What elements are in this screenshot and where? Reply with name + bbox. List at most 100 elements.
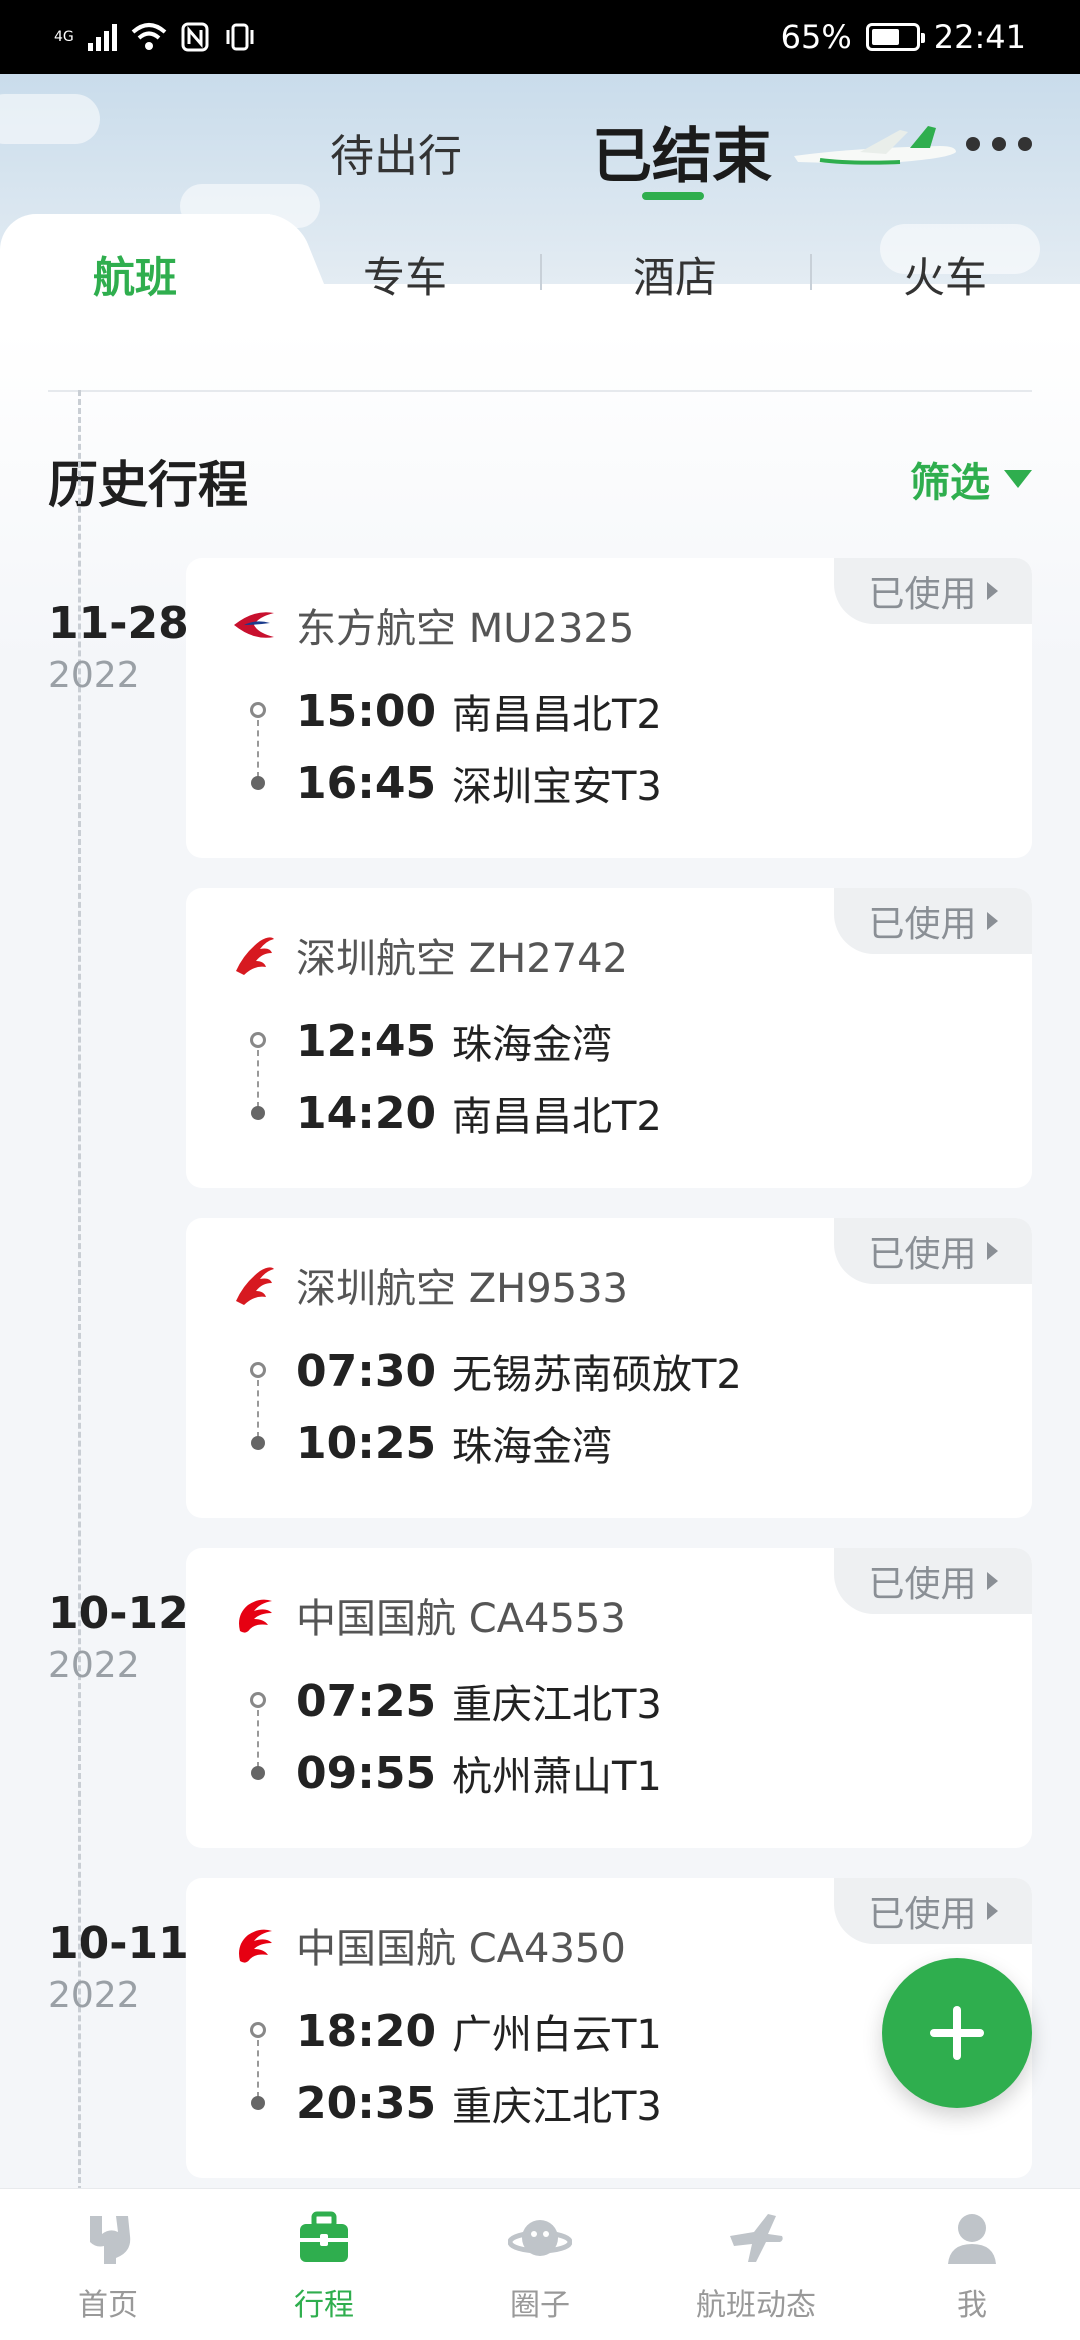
signal-icon — [87, 23, 117, 51]
departure-dot-icon — [250, 1362, 266, 1378]
arrival-row: 16:45 深圳宝安T3 — [296, 754, 662, 812]
battery-icon — [865, 23, 925, 51]
active-tab-indicator — [642, 192, 704, 200]
departure-dot-icon — [250, 702, 266, 718]
arrival-dot-icon — [251, 1436, 265, 1450]
plane-icon — [730, 2213, 783, 2262]
tab-ended[interactable]: 已结束 — [592, 108, 772, 195]
segment-link — [257, 2040, 259, 2098]
wifi-icon — [131, 23, 167, 50]
plane-decoration-icon — [794, 126, 956, 165]
add-trip-button[interactable] — [882, 1958, 1032, 2108]
nav-me[interactable]: 我 — [864, 2189, 1080, 2340]
arrival-row: 09:55 杭州萧山T1 — [296, 1744, 662, 1802]
status-label: 已使用 — [868, 574, 977, 615]
arrival-time: 16:45 — [296, 757, 437, 809]
departure-airport: 南昌昌北T2 — [452, 692, 662, 738]
trip-card[interactable]: 已使用 深圳航空 ZH2742 12:45 珠海金湾 14:20 南昌昌北T2 — [186, 888, 1032, 1188]
tab-pending[interactable]: 待出行 — [330, 120, 462, 184]
trip-card[interactable]: 已使用 东方航空 MU2325 15:00 南昌昌北T2 16:45 深圳宝安T… — [186, 558, 1032, 858]
tab-hotel[interactable]: 酒店 — [540, 214, 810, 334]
caret-down-icon — [1004, 470, 1032, 488]
segment-link — [257, 1050, 259, 1108]
trip-card[interactable]: 已使用 中国国航 CA4553 07:25 重庆江北T3 09:55 杭州萧山T… — [186, 1548, 1032, 1848]
departure-row: 18:20 广州白云T1 — [296, 2002, 662, 2060]
departure-time: 15:00 — [296, 685, 437, 737]
divider — [48, 390, 1032, 392]
nav-circle[interactable]: 圈子 — [432, 2189, 648, 2340]
suitcase-icon — [300, 2211, 348, 2262]
more-dot-icon — [992, 137, 1006, 151]
departure-time: 12:45 — [296, 1015, 437, 1067]
network-type: 4G — [54, 30, 74, 44]
shenzhen-airlines-logo-icon — [236, 937, 274, 975]
status-right: 65% 22:41 — [781, 18, 1026, 56]
nav-trips[interactable]: 行程 — [216, 2189, 432, 2340]
shenzhen-airlines-logo-icon — [236, 1267, 274, 1305]
arrival-dot-icon — [251, 776, 265, 790]
departure-row: 15:00 南昌昌北T2 — [296, 682, 662, 740]
more-button[interactable] — [966, 134, 1032, 154]
airline-row: 深圳航空 ZH2742 — [230, 926, 628, 984]
date-year: 2022 — [48, 1975, 140, 2016]
bottom-nav: 首页 行程 圈子 航班动态 我 — [0, 2188, 1080, 2340]
filter-button[interactable]: 筛选 — [910, 450, 1032, 508]
departure-airport: 珠海金湾 — [452, 1022, 612, 1068]
chevron-right-icon — [986, 1902, 998, 1920]
airline-row: 中国国航 CA4350 — [230, 1916, 626, 1974]
nav-circle-label: 圈子 — [510, 2287, 570, 2323]
airline-flight: 深圳航空 ZH2742 — [296, 936, 628, 982]
segment-link — [257, 1710, 259, 1768]
nav-flight-status[interactable]: 航班动态 — [648, 2189, 864, 2340]
departure-dot-icon — [250, 1032, 266, 1048]
airline-row: 东方航空 MU2325 — [230, 596, 634, 654]
nav-home-label: 首页 — [78, 2287, 138, 2323]
departure-row: 07:30 无锡苏南硕放T2 — [296, 1342, 742, 1400]
status-badge[interactable]: 已使用 — [834, 1878, 1032, 1944]
departure-time: 07:30 — [296, 1345, 437, 1397]
nav-flight-status-label: 航班动态 — [696, 2287, 816, 2323]
nav-trips-label: 行程 — [294, 2287, 354, 2323]
chevron-right-icon — [986, 1572, 998, 1590]
airline-row: 深圳航空 ZH9533 — [230, 1256, 628, 1314]
status-badge[interactable]: 已使用 — [834, 558, 1032, 624]
tab-car-label: 专车 — [362, 252, 447, 302]
status-badge[interactable]: 已使用 — [834, 1218, 1032, 1284]
airline-flight: 中国国航 CA4553 — [296, 1596, 626, 1642]
planet-icon — [508, 2219, 572, 2256]
departure-row: 12:45 珠海金湾 — [296, 1012, 612, 1070]
trip-card[interactable]: 已使用 深圳航空 ZH9533 07:30 无锡苏南硕放T2 10:25 珠海金… — [186, 1218, 1032, 1518]
tab-train[interactable]: 火车 — [810, 214, 1080, 334]
arrival-time: 20:35 — [296, 2077, 437, 2129]
filter-label: 筛选 — [910, 460, 990, 506]
segment-link — [257, 720, 259, 778]
nav-home[interactable]: 首页 — [0, 2189, 216, 2340]
status-label: 已使用 — [868, 1894, 977, 1935]
air-china-logo-icon — [239, 1599, 272, 1633]
arrival-dot-icon — [251, 1106, 265, 1120]
status-bar: 4G 65% 22:41 — [0, 0, 1080, 74]
arrival-airport: 南昌昌北T2 — [452, 1094, 662, 1140]
tab-car[interactable]: 专车 — [270, 214, 540, 334]
arrival-dot-icon — [251, 1766, 265, 1780]
header: 待出行 已结束 航班 专车 酒店 火车 — [0, 74, 1080, 364]
departure-airport: 重庆江北T3 — [452, 1682, 662, 1728]
chevron-right-icon — [986, 1242, 998, 1260]
home-icon — [90, 2215, 131, 2264]
status-label: 已使用 — [868, 904, 977, 945]
tab-flight[interactable]: 航班 — [0, 214, 270, 334]
status-label: 已使用 — [868, 1564, 977, 1605]
nfc-icon — [181, 22, 209, 52]
arrival-row: 10:25 珠海金湾 — [296, 1414, 612, 1472]
arrival-airport: 珠海金湾 — [452, 1424, 612, 1470]
category-tabs: 航班 专车 酒店 火车 — [0, 214, 1080, 344]
status-badge[interactable]: 已使用 — [834, 1548, 1032, 1614]
date-year: 2022 — [48, 1645, 140, 1686]
clock: 22:41 — [933, 18, 1026, 56]
departure-time: 07:25 — [296, 1675, 437, 1727]
airline-row: 中国国航 CA4553 — [230, 1586, 626, 1644]
status-badge[interactable]: 已使用 — [834, 888, 1032, 954]
date-group: 11-28 2022 — [48, 598, 189, 696]
date-day: 11-28 — [48, 598, 189, 649]
more-dot-icon — [1018, 137, 1032, 151]
